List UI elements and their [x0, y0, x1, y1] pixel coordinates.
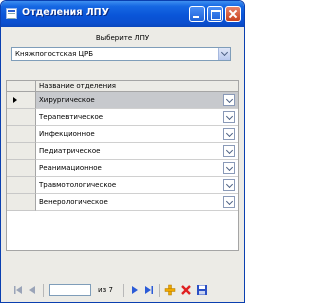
table-row[interactable]: Реанимационное: [7, 160, 238, 177]
next-record-icon[interactable]: [129, 284, 141, 296]
department-name: Венерологическое: [39, 198, 108, 206]
department-cell[interactable]: Инфекционное: [36, 126, 238, 143]
row-header[interactable]: [7, 109, 36, 126]
chevron-down-icon: [225, 95, 234, 104]
grid-corner[interactable]: [7, 81, 36, 92]
table-row[interactable]: Хирургическое: [7, 92, 238, 109]
department-name: Реанимационное: [39, 164, 102, 172]
department-cell[interactable]: Реанимационное: [36, 160, 238, 177]
first-record-icon[interactable]: [12, 284, 24, 296]
chevron-down-icon: [225, 180, 234, 189]
separator: [43, 284, 44, 297]
department-cell[interactable]: Венерологическое: [36, 194, 238, 211]
table-row[interactable]: Терапевтическое: [7, 109, 238, 126]
chevron-down-icon: [225, 197, 234, 206]
department-cell[interactable]: Травмотологическое: [36, 177, 238, 194]
separator: [159, 284, 160, 297]
maximize-button[interactable]: [207, 6, 223, 22]
cell-dropdown-button[interactable]: [223, 94, 235, 106]
row-header[interactable]: [7, 177, 36, 194]
department-cell[interactable]: Хирургическое: [36, 92, 238, 109]
last-record-icon[interactable]: [143, 284, 155, 296]
department-name: Травмотологическое: [39, 181, 117, 189]
department-name: Инфекционное: [39, 130, 95, 138]
row-header[interactable]: [7, 143, 36, 160]
current-row-arrow-icon: [13, 97, 17, 103]
close-button[interactable]: [225, 6, 241, 22]
position-input[interactable]: [49, 284, 91, 296]
chevron-down-icon: [225, 163, 234, 172]
cell-dropdown-button[interactable]: [223, 145, 235, 157]
title-bar[interactable]: Отделения ЛПУ: [1, 1, 244, 27]
cell-dropdown-button[interactable]: [223, 162, 235, 174]
column-header-department-name[interactable]: Название отделения: [39, 82, 116, 90]
chevron-down-icon: [225, 146, 234, 155]
row-header[interactable]: [7, 126, 36, 143]
save-icon[interactable]: [196, 284, 208, 296]
lpu-select-dropdown-button[interactable]: [218, 48, 230, 60]
lpu-select-value: Княжпогостская ЦРБ: [15, 50, 94, 58]
binding-navigator: из 7: [4, 281, 241, 300]
record-count-label: из 7: [98, 286, 113, 294]
department-name: Педиатрическое: [39, 147, 101, 155]
table-row[interactable]: Травмотологическое: [7, 177, 238, 194]
add-icon[interactable]: [164, 284, 176, 296]
row-header[interactable]: [7, 160, 36, 177]
departments-grid: Название отделения Хирургическое Терапев…: [6, 80, 239, 251]
cell-dropdown-button[interactable]: [223, 128, 235, 140]
lpu-select[interactable]: Княжпогостская ЦРБ: [11, 47, 231, 61]
grid-header: Название отделения: [7, 81, 238, 92]
department-cell[interactable]: Терапевтическое: [36, 109, 238, 126]
row-header[interactable]: [7, 194, 36, 211]
department-name: Хирургическое: [39, 96, 95, 104]
lpu-caption: Выберите ЛПУ: [95, 34, 150, 42]
department-cell[interactable]: Педиатрическое: [36, 143, 238, 160]
separator: [123, 284, 124, 297]
chevron-down-icon: [220, 48, 229, 57]
department-name: Терапевтическое: [39, 113, 104, 121]
minimize-button[interactable]: [189, 6, 205, 22]
table-row[interactable]: Инфекционное: [7, 126, 238, 143]
app-window: Отделения ЛПУ Выберите ЛПУ Княжпогостска…: [0, 0, 245, 303]
delete-icon[interactable]: [180, 284, 192, 296]
row-header[interactable]: [7, 92, 36, 109]
table-row[interactable]: Педиатрическое: [7, 143, 238, 160]
chevron-down-icon: [225, 129, 234, 138]
window-title: Отделения ЛПУ: [22, 7, 109, 18]
prev-record-icon[interactable]: [26, 284, 38, 296]
table-row[interactable]: Венерологическое: [7, 194, 238, 211]
app-icon: [6, 8, 17, 19]
cell-dropdown-button[interactable]: [223, 111, 235, 123]
chevron-down-icon: [225, 112, 234, 121]
cell-dropdown-button[interactable]: [223, 179, 235, 191]
cell-dropdown-button[interactable]: [223, 196, 235, 208]
